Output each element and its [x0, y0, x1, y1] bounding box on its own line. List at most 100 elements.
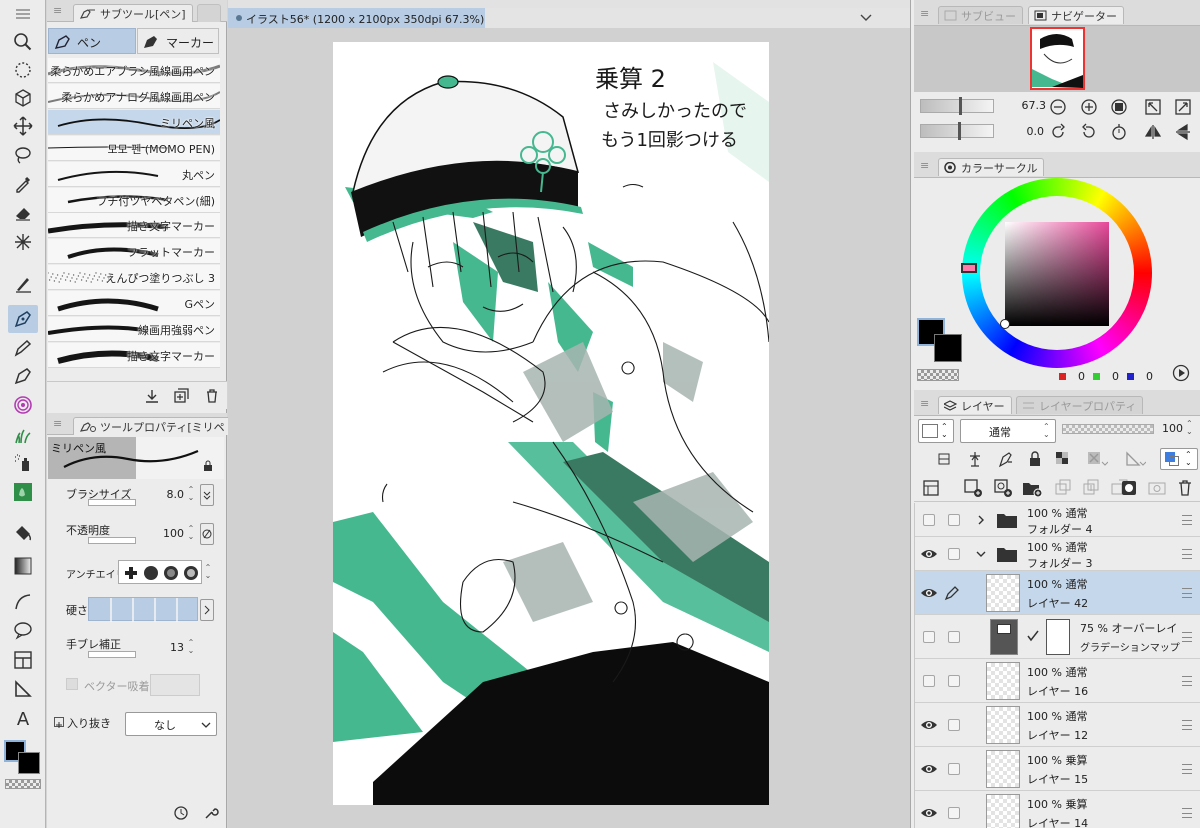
gradient-tool-icon[interactable] — [8, 554, 38, 578]
brush-item[interactable]: 柔らかめエアブラシ風線画用ペン — [48, 58, 220, 83]
flip-horizontal-icon[interactable] — [1144, 123, 1162, 141]
new-raster-layer-icon[interactable] — [964, 479, 982, 497]
collapsed-tab[interactable] — [197, 4, 221, 22]
drag-handle-icon[interactable] — [1182, 676, 1192, 686]
delete-brush-icon[interactable] — [204, 388, 220, 404]
panel-menu-icon[interactable]: ≡ — [920, 160, 929, 171]
opacity-slider[interactable] — [88, 537, 136, 544]
import-brush-icon[interactable] — [144, 388, 160, 404]
layer-color-select[interactable]: ⌃ ⌄ — [1160, 448, 1198, 470]
speech-balloon-icon[interactable] — [8, 618, 38, 642]
brush-size-dropdown[interactable] — [200, 484, 214, 506]
visibility-checkbox[interactable] — [923, 631, 935, 643]
brush-item[interactable]: Gペン — [48, 291, 220, 317]
tab-pen[interactable]: ペン — [48, 28, 136, 54]
opacity-value[interactable]: 100 — [150, 527, 184, 540]
eraser-icon[interactable] — [8, 201, 38, 225]
reference-layer-icon[interactable] — [966, 450, 984, 468]
antialias-stepper[interactable]: ⌃ ⌄ — [203, 564, 213, 580]
taper-select[interactable]: なし — [125, 712, 217, 736]
brush-item[interactable]: 線画用強弱ペン — [48, 317, 220, 342]
fit-view-icon[interactable] — [1174, 98, 1192, 116]
rotation-value[interactable]: 0.0 — [1016, 125, 1045, 138]
chevron-down-icon[interactable] — [859, 13, 873, 23]
layer-folder-row[interactable]: 100 % 通常 フォルダー 3 — [914, 537, 1200, 571]
brush-item[interactable]: 丸ペン — [48, 161, 220, 187]
color-picker-handle[interactable] — [1000, 319, 1010, 329]
layer-lock-checkbox[interactable] — [948, 514, 960, 526]
lock-transparency-icon[interactable] — [1054, 450, 1072, 468]
canvas-paper[interactable]: 乗算 2 さみしかったので もう1回影つける — [333, 42, 769, 805]
sub-color-swatch[interactable] — [18, 752, 40, 774]
vector-snap-checkbox[interactable] — [66, 678, 78, 690]
tab-color-circle[interactable]: カラーサークル — [938, 158, 1045, 176]
decoration-tool-icon[interactable] — [8, 393, 38, 417]
fit-window-icon[interactable] — [1144, 98, 1162, 116]
tab-layer-property[interactable]: レイヤープロパティ — [1016, 396, 1144, 414]
pen-tool-icon[interactable] — [8, 305, 38, 333]
panel-menu-icon[interactable]: ≡ — [53, 5, 62, 16]
pencil-tool-icon[interactable] — [8, 336, 38, 360]
tab-subview[interactable]: サブビュー — [938, 6, 1023, 24]
lock-layer-icon[interactable] — [1026, 450, 1044, 468]
document-tab[interactable]: イラスト56* (1200 x 2100px 350dpi 67.3%) — [228, 8, 485, 28]
drag-handle-icon[interactable] — [1182, 588, 1192, 598]
flip-vertical-icon[interactable] — [1174, 123, 1192, 141]
eye-icon[interactable] — [919, 585, 939, 601]
hardness-selector[interactable] — [88, 597, 198, 622]
layer-lock-checkbox[interactable] — [948, 675, 960, 687]
brush-tool-icon[interactable] — [8, 272, 38, 296]
lasso-tool-icon[interactable] — [8, 143, 38, 167]
ruler-tool-icon[interactable] — [8, 677, 38, 701]
zoom-in-icon[interactable] — [1080, 98, 1098, 116]
brush-size-stepper[interactable]: ⌃ ⌄ — [186, 486, 196, 502]
duplicate-brush-icon[interactable] — [173, 388, 189, 404]
layer-row[interactable]: 100 % 通常 レイヤー 42 — [914, 571, 1200, 615]
navigator-preview-area[interactable] — [914, 26, 1200, 92]
actual-size-icon[interactable] — [1110, 98, 1128, 116]
brush-size-value[interactable]: 8.0 — [150, 488, 185, 501]
eye-icon[interactable] — [919, 546, 939, 562]
brush-item[interactable]: フラットマーカー — [48, 239, 220, 265]
frame-border-icon[interactable] — [8, 648, 38, 672]
layer-folder-row[interactable]: 100 % 通常 フォルダー 4 — [914, 503, 1200, 537]
clip-layer-icon[interactable] — [936, 451, 952, 467]
tab-tool-property[interactable]: ツールプロパティ[ミリペ — [73, 417, 232, 435]
brush-item[interactable]: 柔らかめアナログ風線画用ペン — [48, 83, 220, 109]
rotation-slider[interactable] — [920, 122, 994, 140]
layer-lock-checkbox[interactable] — [948, 807, 960, 819]
brush-item[interactable]: ミリペン風 — [48, 109, 220, 135]
drag-handle-icon[interactable] — [1182, 808, 1192, 818]
fill-tool-icon[interactable] — [8, 521, 38, 545]
copy-layer-icon[interactable] — [1054, 479, 1072, 497]
chevron-right-icon[interactable] — [975, 514, 987, 526]
zoom-out-icon[interactable] — [1049, 98, 1067, 116]
layer-opacity-stepper[interactable]: ⌃ ⌄ — [1186, 420, 1193, 436]
blend-mode-select[interactable]: 通常 ⌃ ⌄ — [960, 419, 1056, 443]
clock-settings-icon[interactable] — [173, 805, 189, 821]
layer-list-icon[interactable] — [922, 479, 940, 497]
tab-layer[interactable]: レイヤー — [938, 396, 1012, 414]
brush-item[interactable]: えんぴつ塗りつぶし 3 — [48, 265, 220, 291]
tab-marker[interactable]: マーカー — [137, 28, 219, 54]
brush-item[interactable]: フチ付ツヤベタペン(細) — [48, 187, 220, 213]
tab-navigator[interactable]: ナビゲーター — [1028, 6, 1124, 24]
sparkle-icon[interactable] — [8, 230, 38, 254]
delete-layer-icon[interactable] — [1176, 479, 1194, 497]
layer-opacity-slider[interactable] — [1062, 424, 1154, 434]
new-vector-layer-icon[interactable] — [994, 479, 1012, 497]
stabilization-slider[interactable] — [88, 651, 136, 658]
panel-menu-icon[interactable]: ≡ — [920, 398, 929, 409]
zoom-slider[interactable] — [920, 97, 994, 115]
mask-icon[interactable] — [1120, 479, 1138, 497]
watercolor-tool-icon[interactable] — [8, 480, 38, 504]
chevron-down-icon[interactable] — [975, 548, 987, 560]
saturation-value-square[interactable] — [1005, 222, 1109, 326]
layer-lock-checkbox[interactable] — [948, 763, 960, 775]
eye-icon[interactable] — [919, 761, 939, 777]
layer-lock-checkbox[interactable] — [948, 719, 960, 731]
opacity-stepper[interactable]: ⌃ ⌄ — [186, 525, 196, 541]
layer-mask-thumb[interactable] — [1046, 619, 1070, 655]
navigator-view-rect[interactable] — [1030, 27, 1085, 90]
ruler-disabled-icon[interactable] — [1124, 450, 1146, 468]
